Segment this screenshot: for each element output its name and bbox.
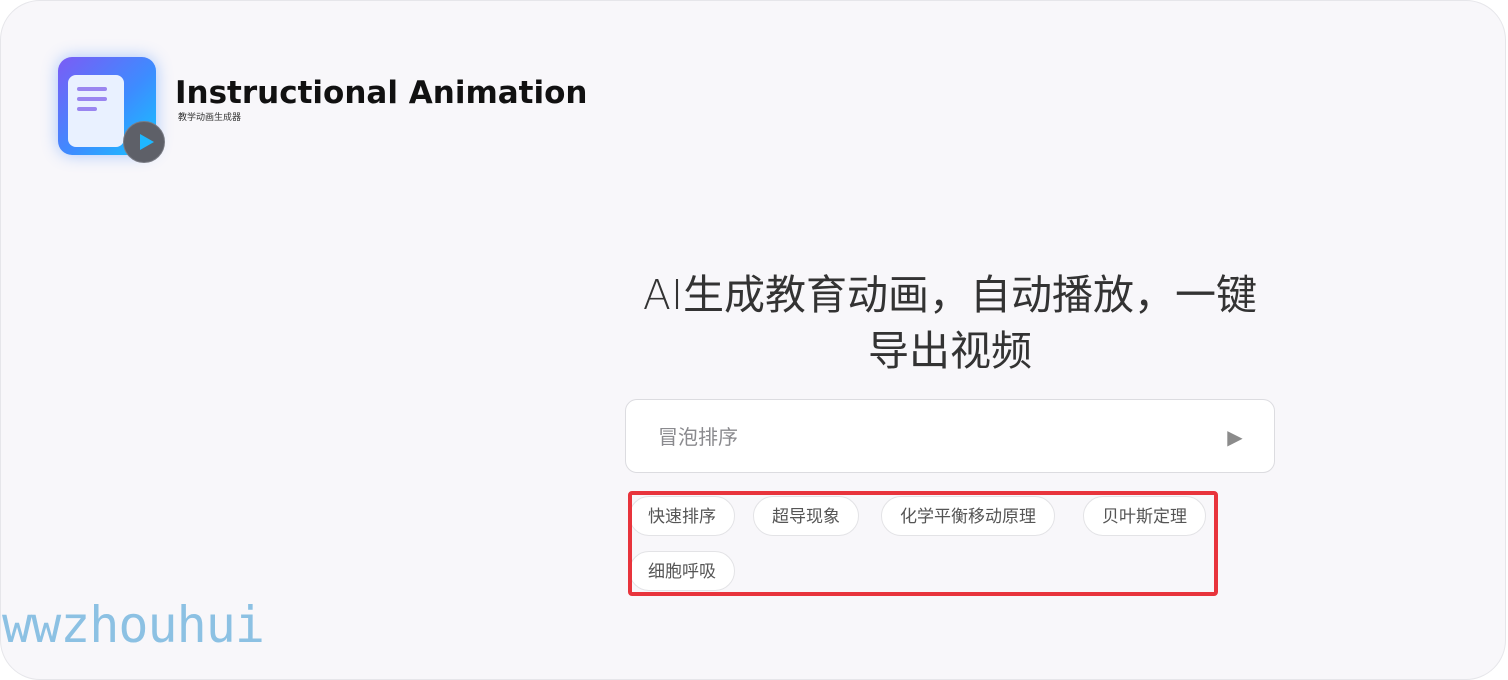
send-button[interactable]: ▶ (1220, 422, 1250, 452)
app-logo (58, 57, 165, 163)
app-subtitle: 教学动画生成器 (178, 113, 242, 123)
watermark-text: wwzhouhui (2, 596, 265, 654)
annotation-highlight-box (628, 491, 1218, 596)
play-badge-icon (123, 121, 165, 163)
topic-search-box: ▶ (625, 399, 1275, 473)
hero-headline: AI生成教育动画，自动播放，一键导出视频 (642, 271, 1258, 375)
app-title: Instructional Animation (175, 75, 588, 111)
app-window: Instructional Animation 教学动画生成器 AI生成教育动画… (0, 0, 1506, 680)
play-triangle-icon: ▶ (1227, 425, 1243, 449)
document-icon (68, 75, 124, 147)
topic-input[interactable] (656, 418, 1200, 456)
